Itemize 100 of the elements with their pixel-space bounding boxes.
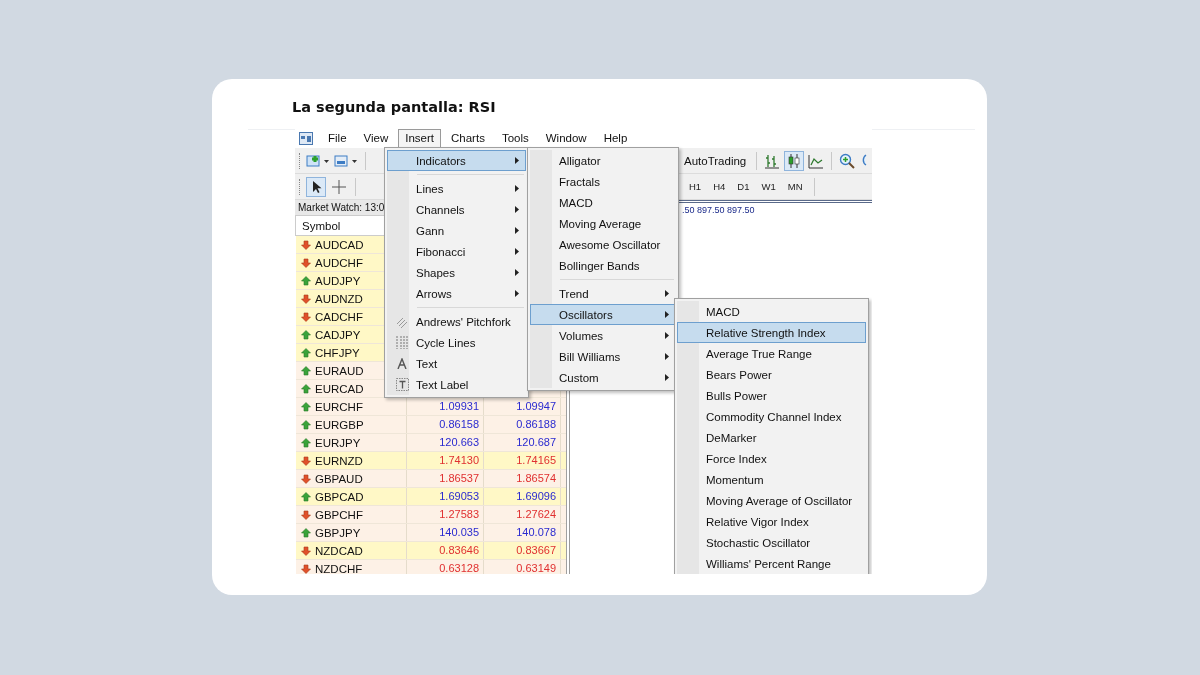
menu-item[interactable]: Oscillators — [530, 304, 676, 325]
timeframe-button[interactable]: W1 — [757, 181, 780, 192]
table-cell: 0.63149 — [516, 562, 556, 574]
text-label-icon — [395, 378, 409, 391]
menu-item[interactable]: Andrews' Pitchfork — [387, 311, 526, 332]
menu-item[interactable]: Relative Strength Index — [677, 322, 866, 343]
menu-item[interactable]: Text — [387, 353, 526, 374]
window-icon[interactable] — [299, 132, 313, 145]
table-cell: GBPAUD — [315, 472, 363, 485]
menu-item[interactable]: Bulls Power — [677, 385, 866, 406]
menu-item[interactable]: View — [356, 129, 396, 148]
table-cell: 0.83646 — [439, 544, 479, 556]
menu-item[interactable]: Lines — [387, 178, 526, 199]
menu-item[interactable]: Shapes — [387, 262, 526, 283]
menu-item[interactable]: Awesome Oscillator — [530, 234, 676, 255]
menu-item[interactable]: MACD — [677, 301, 866, 322]
table-cell: CADCHF — [315, 310, 363, 323]
bar-chart-icon[interactable] — [764, 152, 781, 169]
table-row[interactable]: EURCHF 1.09931 1.09947 — [296, 398, 566, 416]
table-cell: 1.09931 — [439, 400, 479, 412]
menu-item[interactable]: Average True Range — [677, 343, 866, 364]
menu-item[interactable]: Window — [538, 129, 594, 148]
menu-item[interactable]: Volumes — [530, 325, 676, 346]
column-header[interactable]: Symbol — [302, 219, 341, 232]
menu-item[interactable]: Moving Average — [530, 213, 676, 234]
menu-item[interactable]: Bill Williams — [530, 346, 676, 367]
table-row[interactable]: GBPCHF 1.27583 1.27624 — [296, 506, 566, 524]
candlestick-icon[interactable] — [784, 150, 805, 171]
menu-item[interactable]: Tools — [494, 129, 536, 148]
table-cell: NZDCHF — [315, 562, 363, 574]
line-chart-icon[interactable] — [808, 152, 825, 169]
menu-item[interactable]: Force Index — [677, 448, 866, 469]
table-cell: EURAUD — [315, 364, 364, 377]
table-row[interactable]: EURGBP 0.86158 0.86188 — [296, 416, 566, 434]
table-cell: AUDCAD — [315, 238, 364, 251]
menu-item[interactable]: Bears Power — [677, 364, 866, 385]
menu-item[interactable]: Alligator — [530, 150, 676, 171]
timeframe-button[interactable]: H1 — [685, 181, 706, 192]
menu-item[interactable]: Williams' Percent Range — [677, 553, 866, 574]
table-cell: CADJPY — [315, 328, 361, 341]
table-cell: 1.69096 — [516, 490, 556, 502]
table-cell: GBPCHF — [315, 508, 363, 521]
table-cell: AUDCHF — [315, 256, 363, 269]
heading: La segunda pantalla: RSI — [292, 98, 496, 117]
menu-item[interactable]: Indicators — [387, 150, 526, 171]
menu-item[interactable]: Fractals — [530, 171, 676, 192]
table-cell: EURGBP — [315, 418, 364, 431]
cycle-lines-icon — [396, 336, 408, 349]
menu-item[interactable]: Charts — [444, 129, 492, 148]
menu-item[interactable]: Momentum — [677, 469, 866, 490]
table-cell: 1.27583 — [439, 508, 479, 520]
table-cell: 1.69053 — [439, 490, 479, 502]
table-cell: 1.74130 — [439, 454, 479, 466]
menu-item[interactable]: Commodity Channel Index — [677, 406, 866, 427]
table-cell: CHFJPY — [315, 346, 360, 359]
table-cell: 1.86537 — [439, 472, 479, 484]
menu-item[interactable]: Help — [596, 129, 635, 148]
table-cell: EURNZD — [315, 454, 363, 467]
table-cell: 0.63128 — [439, 562, 479, 574]
menu-item[interactable]: DeMarker — [677, 427, 866, 448]
zoom-in-icon[interactable] — [839, 152, 856, 169]
menu-item[interactable]: Arrows — [387, 283, 526, 304]
profiles-icon[interactable] — [334, 153, 358, 168]
table-row[interactable]: GBPAUD 1.86537 1.86574 — [296, 470, 566, 488]
menu-item[interactable]: Cycle Lines — [387, 332, 526, 353]
menu-item[interactable]: Trend — [530, 283, 676, 304]
new-chart-icon[interactable] — [306, 153, 330, 168]
table-row[interactable]: GBPJPY 140.035 140.078 — [296, 524, 566, 542]
menu-item[interactable]: Gann — [387, 220, 526, 241]
table-cell: EURJPY — [315, 436, 361, 449]
menu-item[interactable]: Bollinger Bands — [530, 255, 676, 276]
table-row[interactable]: GBPCAD 1.69053 1.69096 — [296, 488, 566, 506]
table-cell: EURCHF — [315, 400, 363, 413]
table-row[interactable]: NZDCAD 0.83646 0.83667 — [296, 542, 566, 560]
table-cell: EURCAD — [315, 382, 364, 395]
table-cell: 1.74165 — [516, 454, 556, 466]
price-readout: .50 897.50 897.50 — [682, 205, 755, 215]
timeframe-button[interactable]: MN — [783, 181, 807, 192]
menu-item[interactable]: Stochastic Oscillator — [677, 532, 866, 553]
menu-item[interactable]: Text Label — [387, 374, 526, 395]
table-row[interactable]: EURNZD 1.74130 1.74165 — [296, 452, 566, 470]
table-cell: GBPCAD — [315, 490, 364, 503]
cursor-icon[interactable] — [306, 176, 326, 197]
menu-item[interactable]: Moving Average of Oscillator — [677, 490, 866, 511]
table-cell: 1.09947 — [516, 400, 556, 412]
timeframe-button[interactable]: D1 — [733, 181, 754, 192]
menu-item[interactable]: Fibonacci — [387, 241, 526, 262]
menu-item[interactable]: Custom — [530, 367, 676, 388]
table-cell: 140.078 — [516, 526, 556, 538]
table-cell: AUDNZD — [315, 292, 363, 305]
table-cell: 0.83667 — [516, 544, 556, 556]
menu-item[interactable]: File — [321, 129, 354, 148]
table-cell: 120.687 — [516, 436, 556, 448]
table-row[interactable]: EURJPY 120.663 120.687 — [296, 434, 566, 452]
table-cell: 1.86574 — [516, 472, 556, 484]
table-cell: 0.86188 — [516, 418, 556, 430]
menu-item[interactable]: Relative Vigor Index — [677, 511, 866, 532]
pitchfork-icon — [396, 315, 408, 328]
table-row[interactable]: NZDCHF 0.63128 0.63149 — [296, 560, 566, 574]
timeframe-button[interactable]: H4 — [709, 181, 730, 192]
